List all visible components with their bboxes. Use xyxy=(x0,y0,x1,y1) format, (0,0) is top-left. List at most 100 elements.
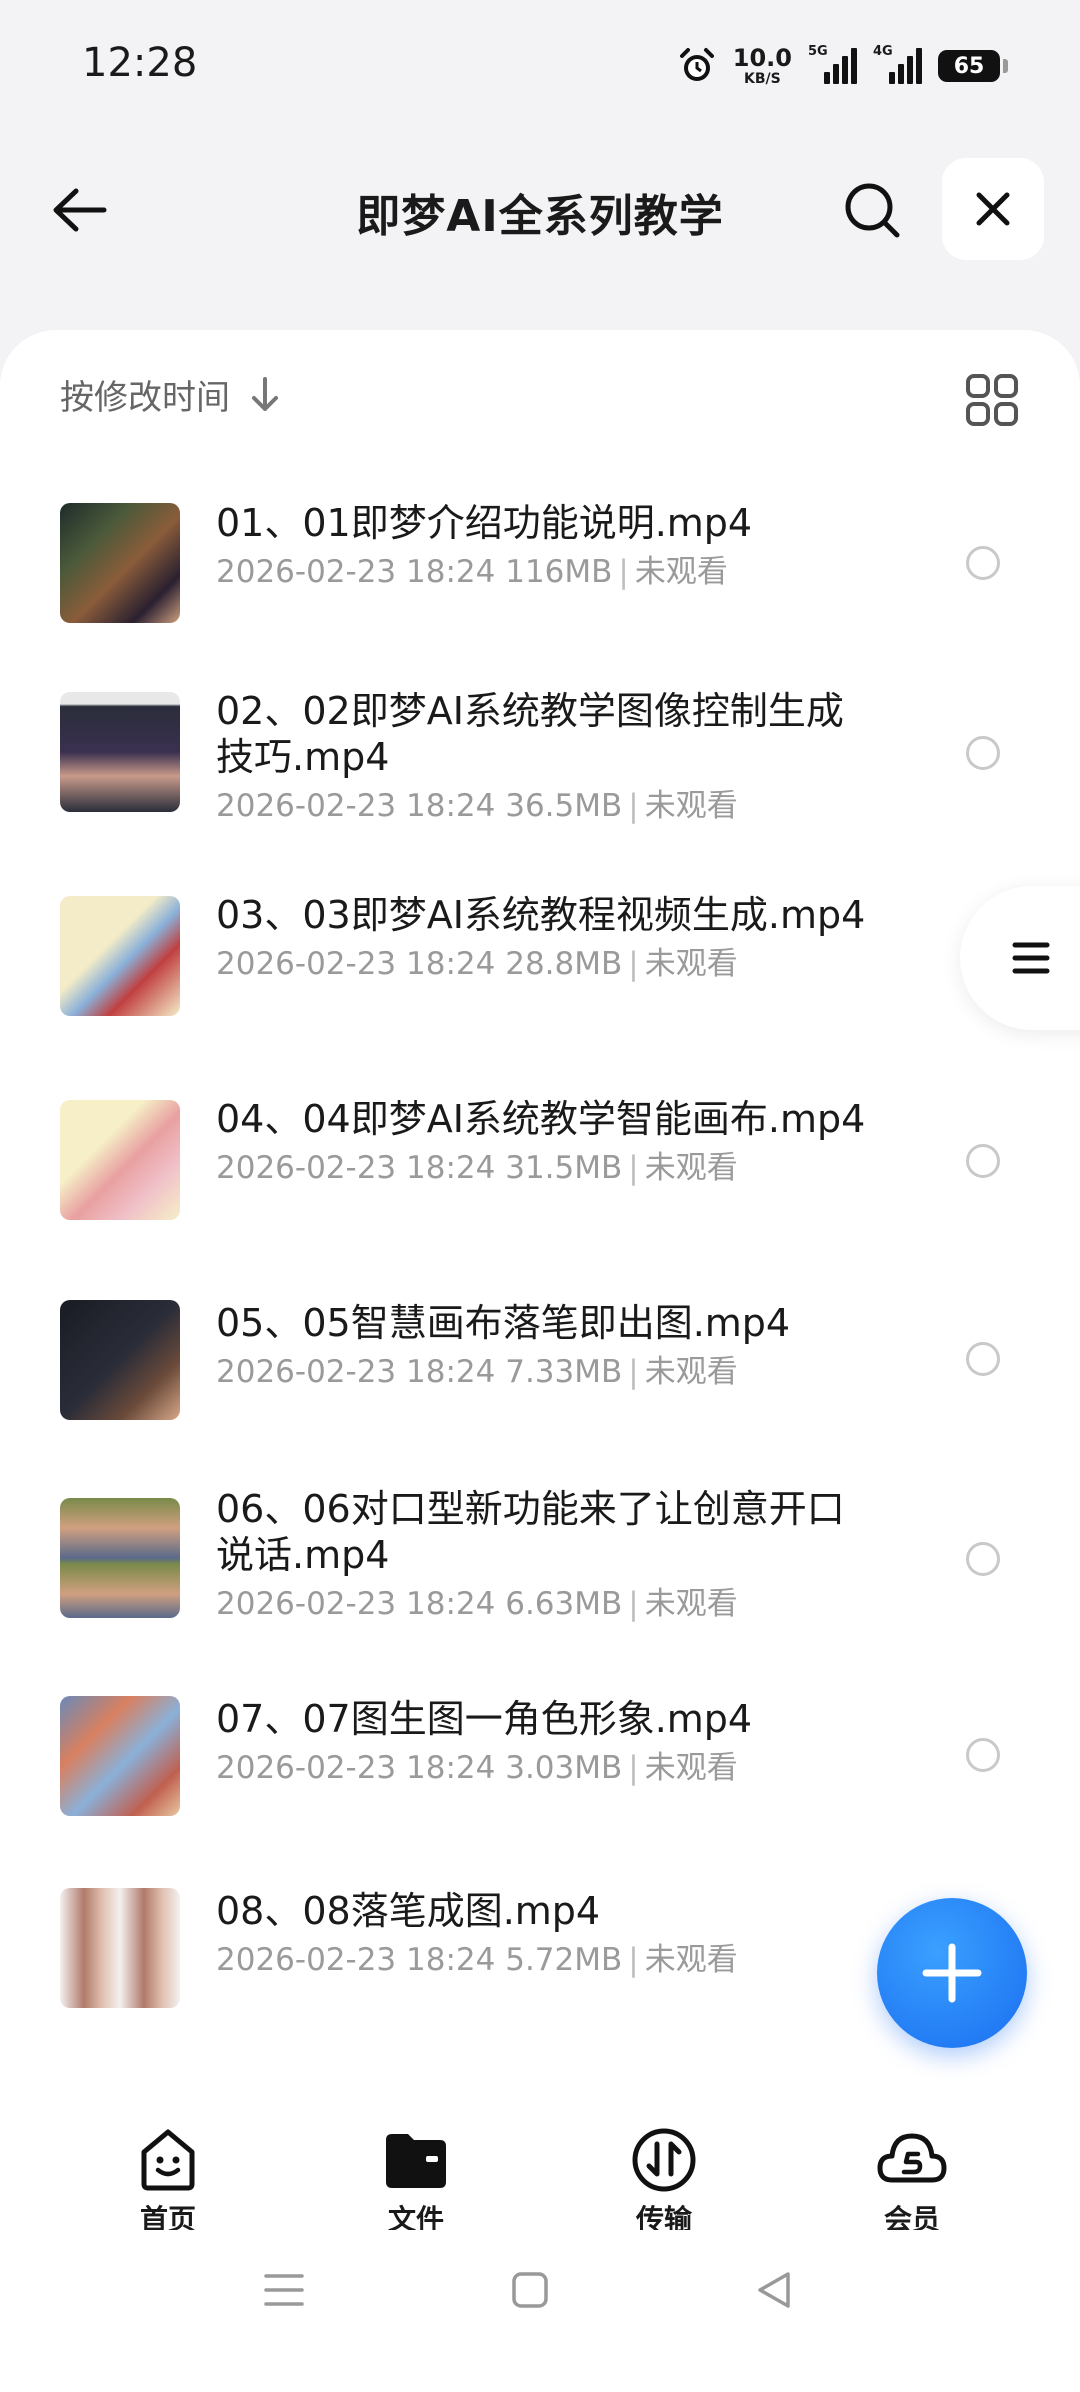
file-name: 05、05智慧画布落笔即出图.mp4 xyxy=(216,1301,791,1345)
watch-status: 未观看 xyxy=(644,946,738,982)
signal-icon: 5G xyxy=(808,44,857,84)
grid-view-button[interactable] xyxy=(964,372,1020,428)
back-triangle-icon[interactable] xyxy=(752,2268,796,2312)
close-button[interactable] xyxy=(942,158,1044,260)
file-meta: 2026-02-23 18:24 6.63MB | 未观看 xyxy=(216,1586,738,1622)
file-name: 07、07图生图一角色形象.mp4 xyxy=(216,1697,753,1741)
watch-status: 未观看 xyxy=(644,788,738,824)
net-speed-value: 10.0 xyxy=(732,44,792,72)
file-size: 31.5MB xyxy=(505,1150,623,1186)
file-date: 2026-02-23 18:24 xyxy=(216,554,496,590)
net-speed-unit: KB/S xyxy=(744,71,781,87)
page-title: 即梦AI全系列教学 xyxy=(356,191,724,242)
video-thumbnail xyxy=(60,1888,180,2008)
file-size: 116MB xyxy=(505,554,613,590)
video-thumbnail xyxy=(60,503,180,623)
battery-icon: 65 xyxy=(938,50,1008,82)
file-name: 08、08落笔成图.mp4 xyxy=(216,1889,601,1933)
plus-icon xyxy=(922,1943,982,2003)
status-icons: 10.0 KB/S 5G 4G 65 xyxy=(677,44,1008,88)
nav-files[interactable]: 文件 xyxy=(346,2124,486,2238)
file-meta: 2026-02-23 18:24 116MB | 未观看 xyxy=(216,554,728,590)
file-date: 2026-02-23 18:24 xyxy=(216,1586,496,1622)
search-icon xyxy=(845,183,900,238)
file-name: 02、02即梦AI系统教学图像控制生成技巧.mp4 xyxy=(216,689,844,779)
file-date: 2026-02-23 18:24 xyxy=(216,946,496,982)
status-bar: 12:28 10.0 KB/S 5G 4G 65 xyxy=(0,0,1080,130)
video-thumbnail xyxy=(60,1696,180,1816)
battery-level: 65 xyxy=(953,53,985,79)
watch-status: 未观看 xyxy=(644,1942,738,1978)
file-row[interactable]: 05、05智慧画布落笔即出图.mp4 2026-02-23 18:24 7.33… xyxy=(0,1300,1080,1480)
file-meta: 2026-02-23 18:24 7.33MB | 未观看 xyxy=(216,1354,738,1390)
watch-status: 未观看 xyxy=(634,554,728,590)
select-radio[interactable] xyxy=(966,1342,1000,1376)
bottom-nav: 首页 文件 传输 会员 xyxy=(0,2100,1080,2236)
signal-icon: 4G xyxy=(873,44,922,84)
home-square-icon[interactable] xyxy=(510,2270,550,2310)
watch-status: 未观看 xyxy=(644,1586,738,1622)
nav-vip[interactable]: 会员 xyxy=(842,2124,982,2238)
file-row[interactable]: 02、02即梦AI系统教学图像控制生成技巧.mp4 2026-02-23 18:… xyxy=(0,688,1080,868)
file-size: 36.5MB xyxy=(505,788,623,824)
select-radio[interactable] xyxy=(966,546,1000,580)
menu-icon xyxy=(1012,942,1050,974)
recents-menu-icon[interactable] xyxy=(264,2270,304,2310)
folder-icon xyxy=(386,2134,446,2188)
close-icon xyxy=(976,192,1010,226)
nav-transfer[interactable]: 传输 xyxy=(594,2124,734,2238)
file-row[interactable]: 06、06对口型新功能来了让创意开口说话.mp4 2026-02-23 18:2… xyxy=(0,1486,1080,1666)
file-meta: 2026-02-23 18:24 3.03MB | 未观看 xyxy=(216,1750,738,1786)
select-radio[interactable] xyxy=(966,1738,1000,1772)
file-date: 2026-02-23 18:24 xyxy=(216,1750,496,1786)
grid-icon xyxy=(966,374,1018,426)
file-meta: 2026-02-23 18:24 31.5MB | 未观看 xyxy=(216,1150,738,1186)
video-thumbnail xyxy=(60,1498,180,1618)
app-header: 即梦AI全系列教学 xyxy=(0,150,1080,270)
status-time: 12:28 xyxy=(82,40,198,86)
file-meta: 2026-02-23 18:24 5.72MB | 未观看 xyxy=(216,1942,738,1978)
file-meta: 2026-02-23 18:24 36.5MB | 未观看 xyxy=(216,788,738,824)
sort-label: 按修改时间 xyxy=(60,378,230,418)
file-row[interactable]: 01、01即梦介绍功能说明.mp4 2026-02-23 18:24 116MB… xyxy=(0,490,1080,670)
add-button[interactable] xyxy=(877,1898,1027,2048)
file-row[interactable]: 07、07图生图一角色形象.mp4 2026-02-23 18:24 3.03M… xyxy=(0,1696,1080,1876)
file-size: 7.33MB xyxy=(505,1354,623,1390)
file-size: 3.03MB xyxy=(505,1750,623,1786)
file-size: 5.72MB xyxy=(505,1942,623,1978)
video-thumbnail xyxy=(60,1300,180,1420)
file-date: 2026-02-23 18:24 xyxy=(216,1354,496,1390)
file-meta: 2026-02-23 18:24 28.8MB | 未观看 xyxy=(216,946,738,982)
net-speed: 10.0 KB/S xyxy=(733,46,792,86)
file-name: 03、03即梦AI系统教程视频生成.mp4 xyxy=(216,893,866,937)
watch-status: 未观看 xyxy=(644,1150,738,1186)
nav-home[interactable]: 首页 xyxy=(98,2124,238,2238)
file-name: 01、01即梦介绍功能说明.mp4 xyxy=(216,501,753,545)
system-nav-bar xyxy=(0,2230,1080,2392)
sim1-label: 5G xyxy=(808,44,828,59)
file-size: 6.63MB xyxy=(505,1586,623,1622)
file-date: 2026-02-23 18:24 xyxy=(216,788,496,824)
select-radio[interactable] xyxy=(966,1542,1000,1576)
file-date: 2026-02-23 18:24 xyxy=(216,1150,496,1186)
file-row[interactable]: 04、04即梦AI系统教学智能画布.mp4 2026-02-23 18:24 3… xyxy=(0,1096,1080,1276)
select-radio[interactable] xyxy=(966,736,1000,770)
file-name: 06、06对口型新功能来了让创意开口说话.mp4 xyxy=(216,1487,845,1577)
file-name: 04、04即梦AI系统教学智能画布.mp4 xyxy=(216,1097,866,1141)
video-thumbnail xyxy=(60,896,180,1016)
file-row[interactable]: 03、03即梦AI系统教程视频生成.mp4 2026-02-23 18:24 2… xyxy=(0,892,1080,1072)
file-size: 28.8MB xyxy=(505,946,623,982)
transfer-icon xyxy=(632,2128,696,2192)
watch-status: 未观看 xyxy=(644,1354,738,1390)
select-radio[interactable] xyxy=(966,1144,1000,1178)
sim2-label: 4G xyxy=(873,44,893,59)
sort-selector[interactable]: 按修改时间 xyxy=(60,370,282,419)
file-date: 2026-02-23 18:24 xyxy=(216,1942,496,1978)
video-thumbnail xyxy=(60,692,180,812)
file-panel: 按修改时间 01、01即梦介绍功能说明.mp4 2026-02-23 18:24… xyxy=(0,330,1080,2110)
alarm-icon xyxy=(679,48,714,81)
search-button[interactable] xyxy=(838,178,906,242)
watch-status: 未观看 xyxy=(644,1750,738,1786)
arrow-down-icon xyxy=(252,376,278,411)
video-thumbnail xyxy=(60,1100,180,1220)
